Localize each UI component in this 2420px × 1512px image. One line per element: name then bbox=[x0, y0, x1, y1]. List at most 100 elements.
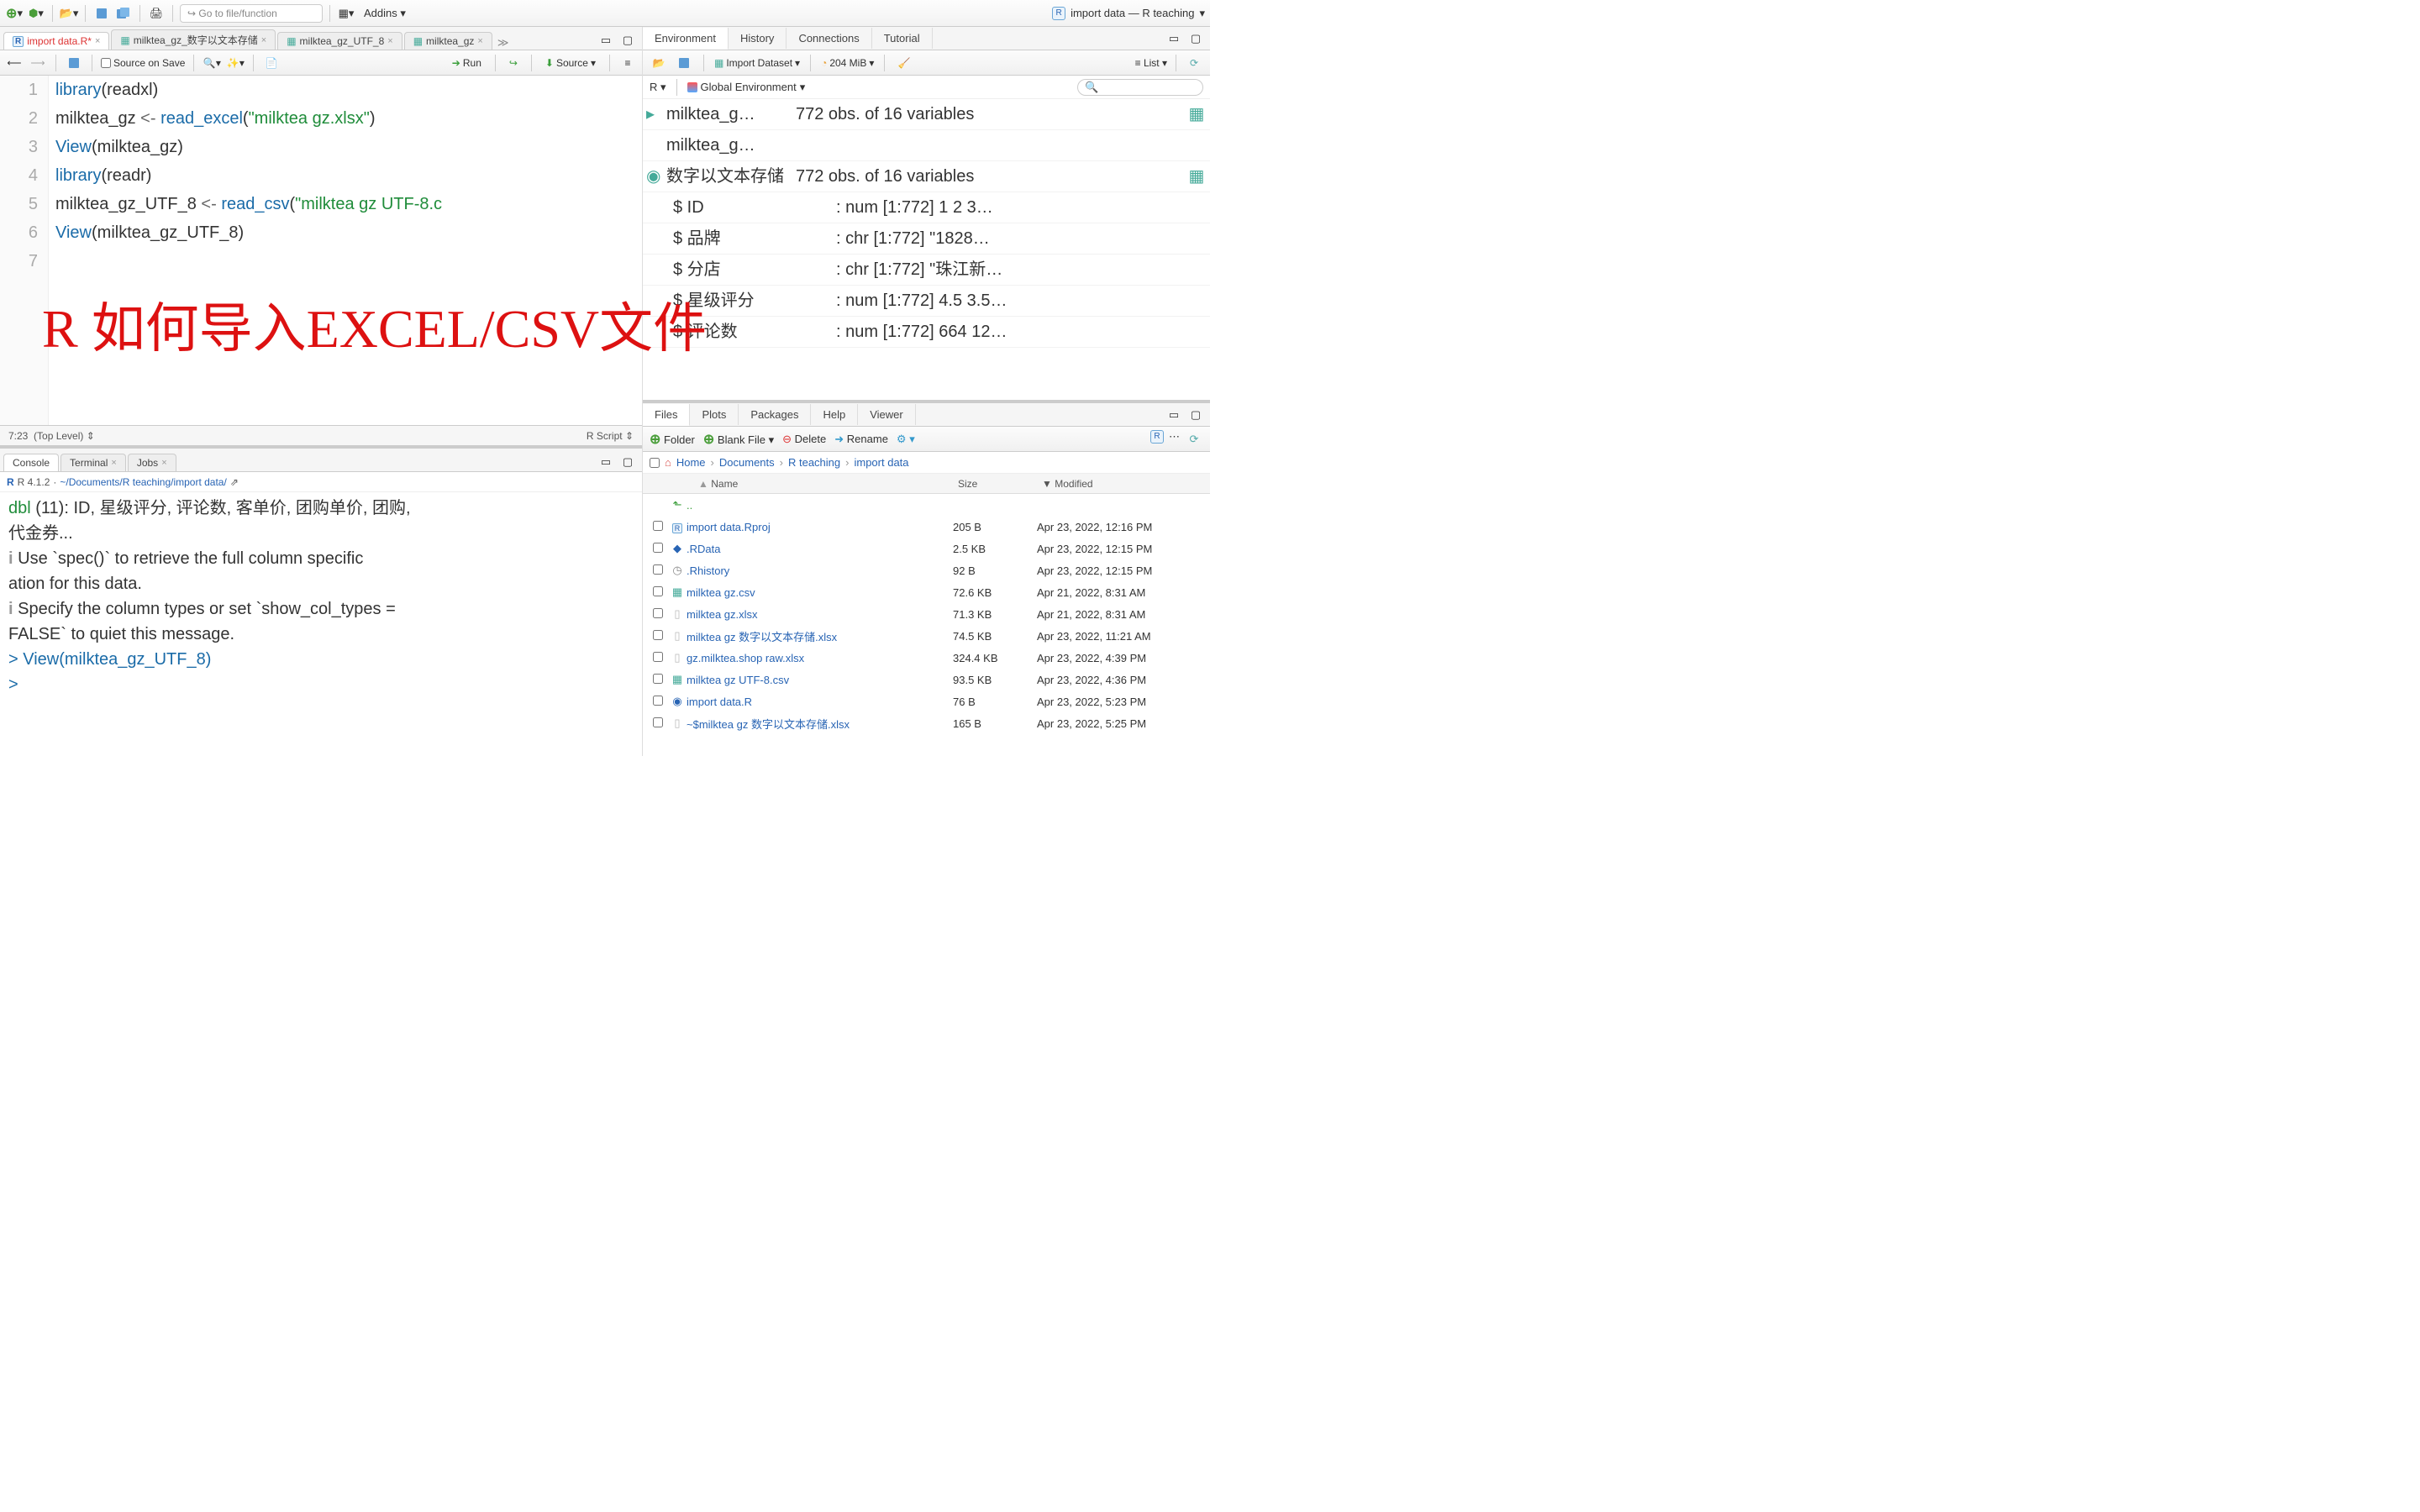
files-tab[interactable]: Help bbox=[811, 404, 858, 425]
minimize-icon[interactable]: ▭ bbox=[1165, 406, 1183, 424]
env-variable-row[interactable]: milktea_g… bbox=[643, 130, 1210, 161]
forward-icon[interactable]: ⟶ bbox=[29, 54, 47, 72]
source-button[interactable]: ⬇Source ▾ bbox=[540, 55, 601, 71]
env-tab[interactable]: Connections bbox=[786, 28, 871, 49]
env-tab[interactable]: Environment bbox=[643, 28, 729, 50]
file-checkbox[interactable] bbox=[653, 586, 663, 596]
file-row[interactable]: ▯gz.milktea.shop raw.xlsx324.4 KBApr 23,… bbox=[643, 647, 1210, 669]
file-checkbox[interactable] bbox=[653, 521, 663, 531]
files-tab[interactable]: Packages bbox=[739, 404, 811, 425]
import-dataset-menu[interactable]: ▦Import Dataset ▾ bbox=[714, 57, 800, 69]
file-row[interactable]: ▦milktea gz.csv72.6 KBApr 21, 2022, 8:31… bbox=[643, 581, 1210, 603]
file-checkbox[interactable] bbox=[653, 696, 663, 706]
scope-selector[interactable]: (Top Level) ⇕ bbox=[34, 430, 95, 442]
minimize-icon[interactable]: ▭ bbox=[597, 453, 615, 471]
console-tab[interactable]: Jobs × bbox=[128, 454, 176, 471]
open-file-icon[interactable]: 📂▾ bbox=[60, 4, 78, 23]
env-variable-row[interactable]: ◉数字以文本存储772 obs. of 16 variables▦ bbox=[643, 161, 1210, 192]
rproj-icon[interactable]: R bbox=[1150, 430, 1164, 444]
refresh-icon[interactable]: ⟳ bbox=[1185, 54, 1203, 72]
refresh-icon[interactable]: ⟳ bbox=[1185, 430, 1203, 449]
report-icon[interactable]: 📄 bbox=[262, 54, 281, 72]
file-row[interactable]: ▦milktea gz UTF-8.csv93.5 KBApr 23, 2022… bbox=[643, 669, 1210, 690]
source-tab[interactable]: ▦ milktea_gz_UTF_8 × bbox=[277, 32, 402, 50]
files-tab[interactable]: Plots bbox=[690, 404, 739, 425]
broom-icon[interactable]: 🧹 bbox=[895, 54, 913, 72]
save-all-icon[interactable] bbox=[114, 4, 133, 23]
find-icon[interactable]: 🔍▾ bbox=[203, 54, 221, 72]
file-checkbox[interactable] bbox=[653, 543, 663, 553]
more-gear-icon[interactable]: ⚙ ▾ bbox=[897, 433, 915, 446]
console-tab[interactable]: Terminal × bbox=[60, 454, 126, 471]
maximize-icon[interactable]: ▢ bbox=[1186, 29, 1205, 48]
file-up-row[interactable]: ⬑.. bbox=[643, 494, 1210, 516]
source-tab[interactable]: R import data.R* × bbox=[3, 32, 109, 50]
env-tab[interactable]: Tutorial bbox=[872, 28, 933, 49]
file-row[interactable]: ◷.Rhistory92 BApr 23, 2022, 12:15 PM bbox=[643, 559, 1210, 581]
file-row[interactable]: ◉import data.R76 BApr 23, 2022, 5:23 PM bbox=[643, 690, 1210, 712]
files-tab[interactable]: Viewer bbox=[858, 404, 916, 425]
new-project-icon[interactable]: ⬢▾ bbox=[27, 4, 45, 23]
rename-button[interactable]: ➜ Rename bbox=[834, 433, 888, 446]
outline-icon[interactable]: ≡ bbox=[618, 54, 637, 72]
run-button[interactable]: ➔Run bbox=[447, 55, 487, 71]
grid-icon[interactable]: ▦▾ bbox=[337, 4, 355, 23]
breadcrumb-item[interactable]: Documents bbox=[719, 456, 775, 469]
goto-search[interactable]: ↪ Go to file/function bbox=[180, 4, 323, 23]
col-modified[interactable]: Modified bbox=[1055, 478, 1092, 490]
rerun-icon[interactable]: ↪ bbox=[504, 54, 523, 72]
file-checkbox[interactable] bbox=[653, 564, 663, 575]
breadcrumb-item[interactable]: R teaching bbox=[788, 456, 840, 469]
source-tab[interactable]: ▦ milktea_gz_数字以文本存储 × bbox=[111, 29, 276, 50]
source-on-save-checkbox[interactable]: Source on Save bbox=[101, 57, 185, 69]
wd-arrow-icon[interactable]: ⇗ bbox=[230, 476, 239, 488]
memory-gauge[interactable]: ◔204 MiB ▾ bbox=[821, 57, 874, 69]
file-checkbox[interactable] bbox=[653, 674, 663, 684]
file-checkbox[interactable] bbox=[653, 717, 663, 727]
delete-button[interactable]: ⊖ Delete bbox=[782, 433, 826, 446]
env-lang-selector[interactable]: R ▾ bbox=[650, 81, 666, 94]
print-icon[interactable]: 🖨 bbox=[147, 4, 166, 23]
new-file-icon[interactable]: ⊕▾ bbox=[5, 4, 24, 23]
project-selector[interactable]: R import data — R teaching ▾ bbox=[1052, 7, 1205, 20]
select-all-checkbox[interactable] bbox=[650, 458, 660, 468]
source-tab[interactable]: ▦ milktea_gz × bbox=[404, 32, 492, 50]
files-tab[interactable]: Files bbox=[643, 404, 690, 426]
file-row[interactable]: ▯~$milktea gz 数字以文本存储.xlsx165 BApr 23, 2… bbox=[643, 712, 1210, 734]
new-folder-button[interactable]: ⊕ Folder bbox=[650, 431, 695, 448]
file-row[interactable]: ◆.RData2.5 KBApr 23, 2022, 12:15 PM bbox=[643, 538, 1210, 559]
env-variable-row[interactable]: ▸milktea_g…772 obs. of 16 variables▦ bbox=[643, 99, 1210, 130]
breadcrumb-item[interactable]: import data bbox=[854, 456, 908, 469]
addins-menu[interactable]: Addins ▾ bbox=[359, 7, 411, 20]
file-checkbox[interactable] bbox=[653, 630, 663, 640]
files-more-icon[interactable]: ⋯ bbox=[1169, 430, 1180, 449]
wand-icon[interactable]: ✨▾ bbox=[226, 54, 245, 72]
load-workspace-icon[interactable]: 📂 bbox=[650, 54, 668, 72]
console-tab[interactable]: Console bbox=[3, 454, 59, 471]
maximize-icon[interactable]: ▢ bbox=[618, 453, 637, 471]
env-search[interactable]: 🔍 bbox=[1077, 79, 1203, 96]
back-icon[interactable]: ⟵ bbox=[5, 54, 24, 72]
env-tab[interactable]: History bbox=[729, 28, 786, 49]
save-workspace-icon[interactable] bbox=[675, 54, 693, 72]
code-editor[interactable]: 1234567 library(readxl)milktea_gz <- rea… bbox=[0, 76, 642, 425]
save-source-icon[interactable] bbox=[65, 54, 83, 72]
breadcrumb-item[interactable]: Home bbox=[676, 456, 706, 469]
file-row[interactable]: ▯milktea gz 数字以文本存储.xlsx74.5 KBApr 23, 2… bbox=[643, 625, 1210, 647]
col-size[interactable]: Size bbox=[958, 478, 1042, 490]
blank-file-button[interactable]: ⊕ Blank File ▾ bbox=[703, 431, 774, 448]
more-tabs-icon[interactable]: ≫ bbox=[494, 36, 513, 50]
working-dir[interactable]: ~/Documents/R teaching/import data/ bbox=[60, 476, 226, 488]
col-name[interactable]: Name bbox=[711, 478, 738, 490]
file-checkbox[interactable] bbox=[653, 608, 663, 618]
home-icon[interactable]: ⌂ bbox=[665, 456, 671, 469]
file-row[interactable]: ▯milktea gz.xlsx71.3 KBApr 21, 2022, 8:3… bbox=[643, 603, 1210, 625]
maximize-icon[interactable]: ▢ bbox=[618, 31, 637, 50]
minimize-icon[interactable]: ▭ bbox=[1165, 29, 1183, 48]
minimize-icon[interactable]: ▭ bbox=[597, 31, 615, 50]
file-checkbox[interactable] bbox=[653, 652, 663, 662]
console-output[interactable]: dbl (11): ID, 星级评分, 评论数, 客单价, 团购单价, 团购, … bbox=[0, 492, 642, 756]
file-row[interactable]: Rimport data.Rproj205 BApr 23, 2022, 12:… bbox=[643, 516, 1210, 538]
list-view-toggle[interactable]: ≡ List ▾ bbox=[1135, 57, 1167, 69]
maximize-icon[interactable]: ▢ bbox=[1186, 406, 1205, 424]
